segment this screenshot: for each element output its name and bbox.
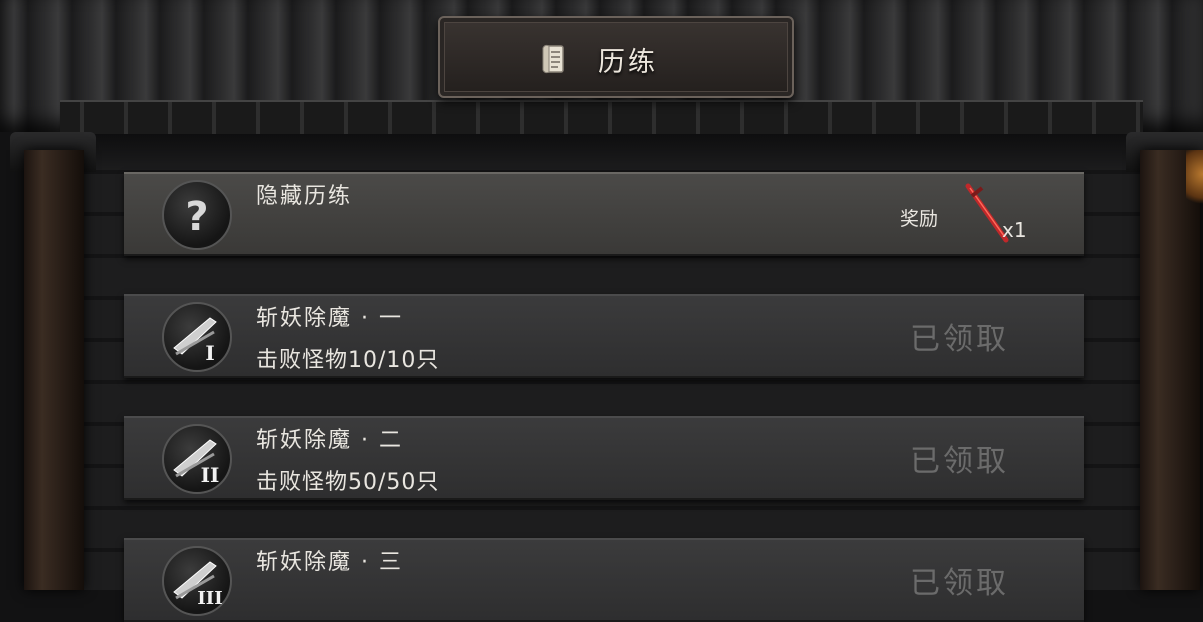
quest-progress: 击败怪物50/50只 [256, 470, 440, 495]
sword-rank-1-icon: I [173, 317, 217, 365]
quest-name: 斩妖除魔 · 一 [256, 306, 403, 331]
reward-label: 奖励 [900, 208, 939, 230]
quest-row[interactable]: II 斩妖除魔 · 二 击败怪物50/50只 已领取 [124, 416, 1084, 500]
quest-badge: II [162, 424, 232, 494]
scroll-icon [542, 44, 564, 74]
quest-name: 斩妖除魔 · 二 [256, 428, 403, 453]
quest-badge: III [162, 546, 232, 616]
quest-progress: 击败怪物10/10只 [256, 348, 440, 373]
wooden-beam [80, 134, 1140, 170]
pillar-right [1140, 150, 1200, 590]
page-title: 历练 [598, 47, 658, 78]
svg-text:?: ? [185, 194, 208, 240]
pillar-left [24, 150, 84, 590]
svg-text:II: II [201, 463, 220, 487]
quest-row-hidden[interactable]: ? 隐藏历练 奖励 x1 [124, 172, 1084, 256]
quest-name: 斩妖除魔 · 三 [256, 550, 403, 575]
svg-text:III: III [197, 588, 222, 609]
claimed-status: 已领取 [910, 566, 1009, 601]
svg-text:I: I [205, 341, 214, 365]
quest-badge: I [162, 302, 232, 372]
sword-rank-3-icon: III [173, 561, 223, 609]
lantern-glow [1186, 150, 1203, 210]
sword-rank-2-icon: II [173, 439, 220, 487]
quest-name: 隐藏历练 [256, 184, 353, 209]
quest-row[interactable]: III 斩妖除魔 · 三 已领取 [124, 538, 1084, 622]
quest-badge: ? [162, 180, 232, 250]
reward-quantity: x1 [1002, 218, 1027, 242]
question-mark-icon: ? [185, 194, 208, 240]
claimed-status: 已领取 [910, 444, 1009, 479]
quest-row[interactable]: I 斩妖除魔 · 一 击败怪物10/10只 已领取 [124, 294, 1084, 378]
claimed-status: 已领取 [910, 322, 1009, 357]
